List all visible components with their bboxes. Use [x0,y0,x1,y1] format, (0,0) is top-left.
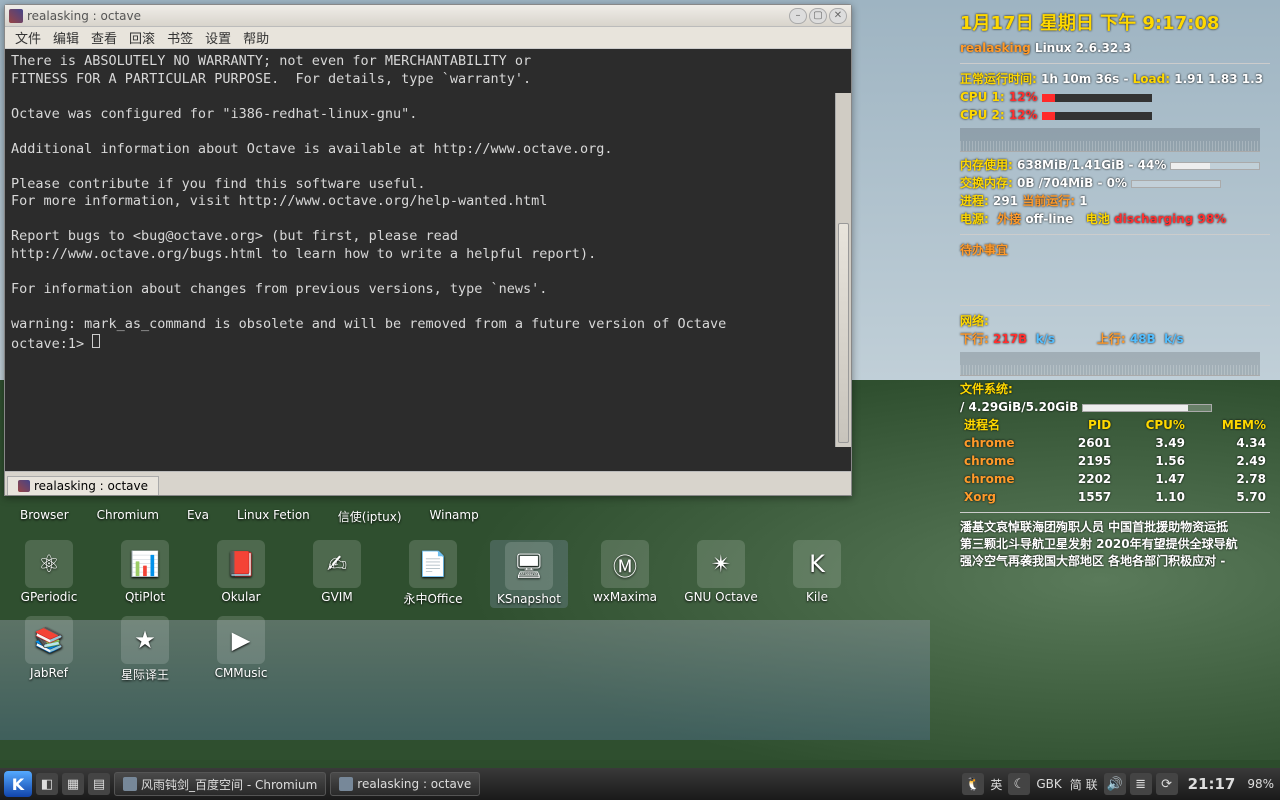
desktop-icon[interactable]: 🖥 KSnapshot [490,540,568,608]
tray-icon[interactable]: ☾ [1008,773,1030,795]
system-monitor-overlay: 1月17日 星期日 下午 9:17:08 realasking Linux 2.… [960,10,1270,569]
menu-item[interactable]: 文件 [15,28,41,47]
konsole-window[interactable]: realasking : octave – ▢ ✕ 文件编辑查看回滚书签设置帮助… [4,4,852,496]
app-icon: ✴ [697,540,745,588]
taskbar-task[interactable]: realasking : octave [330,772,480,796]
taskbar-clock[interactable]: 21:17 [1182,775,1242,793]
menu-item[interactable]: 查看 [91,28,117,47]
desktop-icon[interactable]: ⓂwxMaxima [586,540,664,608]
tux-tray-icon[interactable]: 🐧 [962,773,984,795]
network-tray-icon[interactable]: ≣ [1130,773,1152,795]
icon-label: Okular [221,590,260,604]
minimize-button[interactable]: – [789,8,807,24]
terminal-tab[interactable]: realasking : octave [7,476,159,495]
titlebar[interactable]: realasking : octave – ▢ ✕ [5,5,851,27]
menu-item[interactable]: 编辑 [53,28,79,47]
desktop-row-labels: BrowserChromiumEvaLinux Fetion信使(iptux)W… [20,508,479,525]
desktop-icon[interactable]: ★ 星际译王 [106,616,184,683]
activity-icon[interactable]: ◧ [36,773,58,795]
scrollbar[interactable] [835,93,851,447]
k-menu-button[interactable]: K [4,771,32,797]
app-icon: 📚 [25,616,73,664]
tab-icon [18,480,30,492]
app-icon: 📊 [121,540,169,588]
app-icon: ▶ [217,616,265,664]
desktop-icon[interactable]: ✍ GVIM [298,540,376,608]
desktop-icon[interactable]: 📊 QtiPlot [106,540,184,608]
menu-item[interactable]: 帮助 [243,28,269,47]
icon-label: JabRef [30,666,68,680]
app-icon: ★ [121,616,169,664]
icon-label: 星际译王 [121,666,169,683]
icon-label: GVIM [321,590,352,604]
app-icon: Ⓜ [601,540,649,588]
taskbar-task[interactable]: 风雨钝剑_百度空间 - Chromium [114,772,326,796]
pager-icon[interactable]: ▤ [88,773,110,795]
desktop-icon[interactable]: ✴ GNU Octave [682,540,760,608]
menu-item[interactable]: 回滚 [129,28,155,47]
desktop-icon[interactable]: 📚 JabRef [10,616,88,683]
icon-label: 永中Office [403,590,462,607]
tab-bar[interactable]: realasking : octave [5,471,851,495]
menu-item[interactable]: 书签 [167,28,193,47]
desktop-icon-grid: ⚛ GPeriodic 📊 QtiPlot 📕 Okular ✍ GVIM 📄 永中Office 🖥… [10,540,940,683]
icon-label: wxMaxima [593,590,657,604]
icon-label: QtiPlot [125,590,165,604]
icon-label: GNU Octave [684,590,757,604]
icon-label: CMMusic [215,666,268,680]
window-title: realasking : octave [27,9,787,23]
encoding-indicator[interactable]: GBK [1034,777,1063,791]
app-icon: K [793,540,841,588]
icon-label: GPeriodic [21,590,78,604]
desktop-icon[interactable]: 📕 Okular [202,540,280,608]
menu-item[interactable]: 设置 [205,28,231,47]
maximize-button[interactable]: ▢ [809,8,827,24]
clock-date: 1月17日 星期日 下午 9:17:08 [960,10,1270,37]
desktop-icon[interactable]: K Kile [778,540,856,608]
desktop-switcher-icon[interactable]: ▦ [62,773,84,795]
icon-label: Kile [806,590,828,604]
app-icon: 📕 [217,540,265,588]
net-graph [960,352,1260,376]
ime-mode[interactable]: 简 联 [1068,776,1100,793]
volume-icon[interactable]: 🔊 [1104,773,1126,795]
desktop-icon[interactable]: ▶ CMMusic [202,616,280,683]
ime-indicator[interactable]: 英 [988,776,1004,793]
taskbar[interactable]: K ◧ ▦ ▤ 风雨钝剑_百度空间 - Chromium realasking … [0,768,1280,800]
app-icon [9,9,23,23]
menu-bar[interactable]: 文件编辑查看回滚书签设置帮助 [5,27,851,49]
cpu-graph [960,128,1260,152]
desktop-icon[interactable]: ⚛ GPeriodic [10,540,88,608]
app-icon: ✍ [313,540,361,588]
app-icon: 📄 [409,540,457,588]
terminal-output[interactable]: There is ABSOLUTELY NO WARRANTY; not eve… [5,49,851,471]
close-button[interactable]: ✕ [829,8,847,24]
app-icon: 🖥 [505,542,553,590]
battery-tray[interactable]: 98% [1245,777,1276,791]
process-table: 进程名PIDCPU%MEM% chrome26013.494.34chrome2… [960,416,1270,506]
app-icon: ⚛ [25,540,73,588]
updates-tray-icon[interactable]: ⟳ [1156,773,1178,795]
icon-label: KSnapshot [497,592,561,606]
desktop-icon[interactable]: 📄 永中Office [394,540,472,608]
